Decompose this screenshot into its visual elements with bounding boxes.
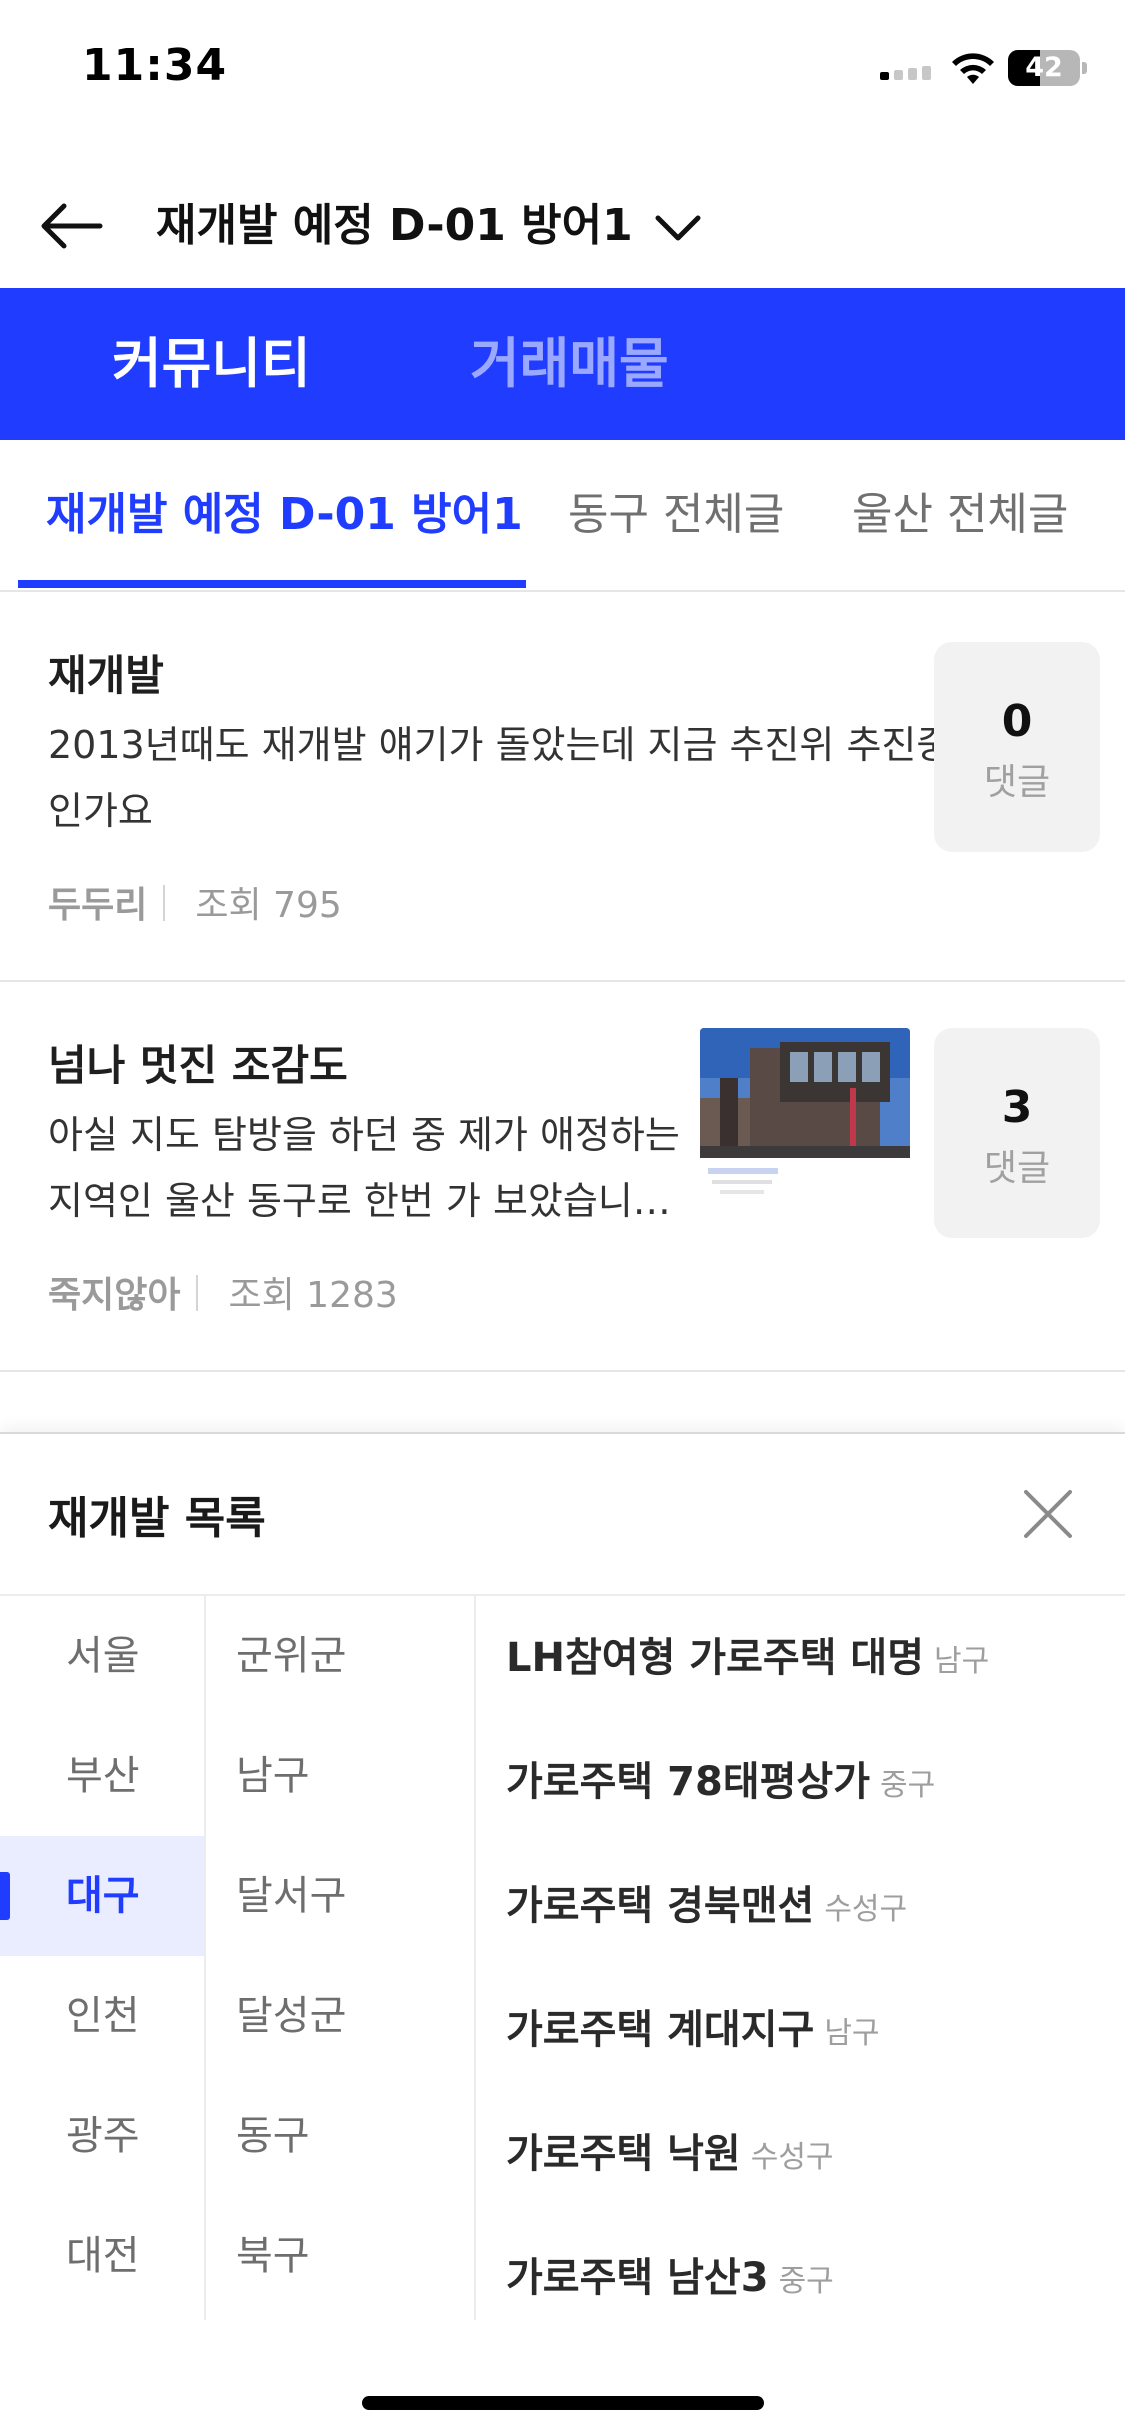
project-name: LH참여형 가로주택 대명 — [506, 1635, 925, 1681]
project-item[interactable]: 가로주택 계대지구 남구 — [506, 1968, 880, 2092]
sheet-title: 재개발 목록 — [48, 1493, 266, 1544]
header: 재개발 예정 D-01 방어1 — [0, 160, 1125, 290]
wifi-icon — [952, 53, 994, 84]
tab-listings[interactable]: 거래매물 — [470, 288, 669, 440]
status-bar: 11:34 42 — [0, 0, 1125, 140]
comment-count: 3 — [1001, 1082, 1033, 1133]
post-body: 아실 지도 탐방을 하던 중 제가 애정하는 지역인 울산 동구로 한번 가 보… — [48, 1102, 680, 1234]
project-area: 남구 — [824, 2016, 880, 2051]
post-body-line: 지역인 울산 동구로 한번 가 보았습니… — [48, 1179, 671, 1223]
project-name: 가로주택 낙원 — [506, 2131, 741, 2177]
city-item[interactable]: 대전 — [0, 2196, 204, 2316]
comment-count-box[interactable]: 0 댓글 — [934, 642, 1100, 852]
sub-tab-donggu[interactable]: 동구 전체글 — [568, 440, 784, 590]
city-item[interactable]: 광주 — [0, 2076, 204, 2196]
divider — [0, 1370, 1125, 1372]
district-item[interactable]: 동구 — [236, 2076, 310, 2196]
home-indicator[interactable] — [362, 2396, 764, 2410]
comment-count-box[interactable]: 3 댓글 — [934, 1028, 1100, 1238]
project-item[interactable]: 가로주택 남산3 중구 — [506, 2216, 834, 2340]
battery-level: 42 — [1025, 52, 1063, 83]
district-column: 군위군 남구 달서구 달성군 동구 북구 — [204, 1596, 476, 2320]
signal-icon — [880, 66, 936, 80]
meta-separator — [196, 1275, 199, 1311]
chevron-down-icon[interactable] — [650, 200, 706, 256]
list-item[interactable]: 넘나 멋진 조감도 아실 지도 탐방을 하던 중 제가 애정하는 지역인 울산 … — [0, 982, 1125, 1370]
project-name: 가로주택 계대지구 — [506, 2007, 815, 2053]
battery-icon: 42 — [1008, 50, 1080, 86]
post-author: 두두리 — [48, 885, 148, 926]
sub-tab-ulsan[interactable]: 울산 전체글 — [852, 440, 1068, 590]
post-views: 조회 1283 — [228, 1275, 398, 1316]
battery-tip — [1082, 62, 1087, 74]
post-meta: 두두리 조회 795 — [48, 876, 342, 928]
post-title: 재개발 — [48, 651, 164, 700]
post-title: 넘나 멋진 조감도 — [48, 1041, 348, 1090]
post-thumbnail[interactable] — [700, 1028, 910, 1208]
project-area: 수성구 — [750, 2140, 834, 2175]
selected-marker — [0, 1872, 10, 1920]
close-icon[interactable] — [1016, 1482, 1080, 1546]
city-item[interactable]: 서울 — [0, 1596, 204, 1716]
post-body: 2013년때도 재개발 얘기가 돌았는데 지금 추진위 추진중 인가요 — [48, 712, 951, 844]
city-item[interactable]: 인천 — [0, 1956, 204, 2076]
arrow-left-icon[interactable] — [36, 190, 108, 262]
sub-tabs: 재개발 예정 D-01 방어1 동구 전체글 울산 전체글 — [0, 440, 1125, 592]
comment-label: 댓글 — [983, 762, 1051, 803]
page-title[interactable]: 재개발 예정 D-01 방어1 — [156, 186, 633, 266]
project-item[interactable]: 가로주택 낙원 수성구 — [506, 2092, 834, 2216]
post-meta: 죽지않아 조회 1283 — [48, 1266, 398, 1318]
project-name: 가로주택 78태평상가 — [506, 1759, 870, 1805]
district-item[interactable]: 군위군 — [236, 1596, 346, 1716]
project-item[interactable]: 가로주택 경북맨션 수성구 — [506, 1844, 907, 1968]
list-item[interactable]: 재개발 2013년때도 재개발 얘기가 돌았는데 지금 추진위 추진중 인가요 … — [0, 594, 1125, 982]
district-item[interactable]: 달서구 — [236, 1836, 346, 1956]
project-name: 가로주택 남산3 — [506, 2255, 769, 2301]
project-name: 가로주택 경북맨션 — [506, 1883, 815, 1929]
main-tabs: 커뮤니티 거래매물 — [0, 288, 1125, 440]
city-item-selected[interactable]: 대구 — [0, 1836, 204, 1956]
district-item[interactable]: 달성군 — [236, 1956, 346, 2076]
redevelopment-list-sheet: 재개발 목록 서울 부산 대구 인천 광주 대전 군위군 남구 달서구 달성군 … — [0, 1432, 1125, 2436]
project-area: 남구 — [934, 1644, 990, 1679]
meta-separator — [163, 885, 166, 921]
project-item[interactable]: LH참여형 가로주택 대명 남구 — [506, 1596, 989, 1720]
district-item[interactable]: 남구 — [236, 1716, 310, 1836]
status-time: 11:34 — [82, 40, 228, 91]
sub-tab-indicator — [18, 580, 526, 588]
post-author: 죽지않아 — [48, 1275, 181, 1316]
project-item[interactable]: 가로주택 78태평상가 중구 — [506, 1720, 935, 1844]
city-label: 대구 — [66, 1873, 140, 1919]
city-item[interactable]: 부산 — [0, 1716, 204, 1836]
post-views: 조회 795 — [195, 885, 342, 926]
project-area: 중구 — [880, 1768, 936, 1803]
district-item[interactable]: 북구 — [236, 2196, 310, 2316]
sub-tab-local[interactable]: 재개발 예정 D-01 방어1 — [46, 440, 523, 590]
tab-community[interactable]: 커뮤니티 — [112, 288, 311, 440]
comment-count: 0 — [1001, 696, 1033, 747]
post-body-line: 2013년때도 재개발 얘기가 돌았는데 지금 추진위 추진중 — [48, 723, 952, 767]
post-body-line: 아실 지도 탐방을 하던 중 제가 애정하는 — [48, 1113, 680, 1157]
project-area: 중구 — [778, 2264, 834, 2299]
project-area: 수성구 — [824, 1892, 908, 1927]
post-body-line: 인가요 — [48, 789, 153, 833]
comment-label: 댓글 — [983, 1148, 1051, 1189]
